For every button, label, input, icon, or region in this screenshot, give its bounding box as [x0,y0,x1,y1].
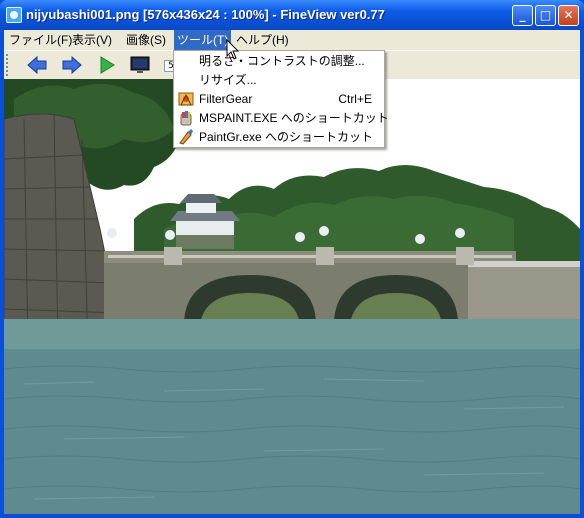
tools-menu: 明るさ・コントラストの調整... リサイズ... FilterGear Ctrl… [173,50,389,148]
menu-image[interactable]: 画像(S) [123,30,169,50]
menu-item-brightness-contrast[interactable]: 明るさ・コントラストの調整... [174,52,384,70]
toolbar-grip[interactable] [6,54,12,76]
menu-item-filtergear[interactable]: FilterGear Ctrl+E [174,90,384,108]
forward-arrow-icon[interactable] [61,55,83,75]
maximize-button[interactable]: □ [535,5,556,26]
menu-item-shortcut: Ctrl+E [338,92,372,106]
filtergear-icon [178,91,194,107]
menu-item-label: PaintGr.exe へのショートカット [199,130,374,144]
menu-item-paintgr[interactable]: PaintGr.exe へのショートカット [174,128,384,146]
menu-item-mspaint[interactable]: MSPAINT.EXE へのショートカット [174,109,389,127]
menu-tools[interactable]: ツール(T) [174,30,232,50]
mspaint-icon [178,110,194,126]
close-button[interactable]: ✕ [558,5,579,26]
menu-bar: ファイル(F) 表示(V) 画像(S) ツール(T) ヘルプ(H) [4,30,580,50]
app-icon[interactable] [6,7,22,23]
menu-file[interactable]: ファイル(F) [6,30,75,50]
mouse-cursor-icon [226,38,240,61]
window-title: nijyubashi001.png [576x436x24 : 100%] - … [26,7,385,22]
menu-item-label: FilterGear [199,92,253,106]
title-bar[interactable]: nijyubashi001.png [576x436x24 : 100%] - … [0,0,584,30]
paintgr-icon [178,129,194,145]
menu-item-label: 明るさ・コントラストの調整... [199,54,365,68]
back-arrow-icon[interactable] [26,55,48,75]
menu-item-resize[interactable]: リサイズ... [174,71,384,89]
play-icon[interactable] [96,55,118,75]
menu-item-label: MSPAINT.EXE へのショートカット [199,111,389,125]
menu-view[interactable]: 表示(V) [69,30,115,50]
menu-help[interactable]: ヘルプ(H) [233,30,292,50]
minimize-button[interactable]: _ [512,5,533,26]
app-window: nijyubashi001.png [576x436x24 : 100%] - … [0,0,584,518]
menu-item-label: リサイズ... [199,73,257,87]
fullscreen-monitor-icon[interactable] [129,55,151,75]
